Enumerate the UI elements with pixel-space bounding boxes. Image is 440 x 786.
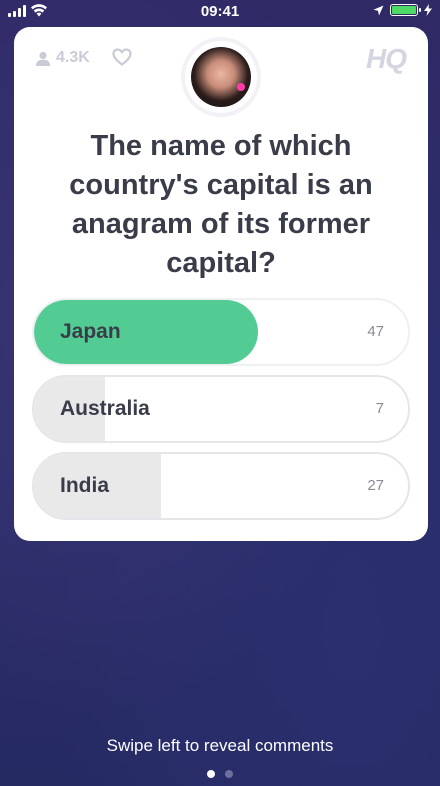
viewer-count: 4.3K xyxy=(36,49,90,67)
host-avatar xyxy=(191,47,251,107)
page-dot-1[interactable] xyxy=(207,770,215,778)
brand-logo: HQ xyxy=(366,43,407,74)
answer-count: 47 xyxy=(367,323,384,340)
host-avatar-ring xyxy=(185,41,257,113)
status-right xyxy=(373,4,432,16)
status-bar: 09:41 xyxy=(0,0,440,24)
charging-bolt-icon xyxy=(424,4,432,16)
person-icon xyxy=(36,51,50,66)
heart-icon[interactable] xyxy=(112,48,132,66)
answer-label: Japan xyxy=(60,320,121,343)
swipe-hint: Swipe left to reveal comments xyxy=(106,736,334,755)
mic-dot-icon xyxy=(237,83,245,91)
question-text: The name of which country's capital is a… xyxy=(69,130,373,279)
page-dot-2[interactable] xyxy=(225,770,233,778)
location-arrow-icon xyxy=(373,5,384,15)
viewer-count-text: 4.3K xyxy=(56,49,90,66)
page-indicator[interactable] xyxy=(0,770,440,778)
answer-count: 27 xyxy=(367,477,384,494)
answer-count: 7 xyxy=(375,400,384,417)
answer-option-japan[interactable]: Japan 47 xyxy=(32,298,410,366)
answer-label: Australia xyxy=(60,397,150,420)
battery-icon xyxy=(390,4,421,16)
answer-label: India xyxy=(60,474,110,497)
answer-option-india[interactable]: India 27 xyxy=(32,452,410,520)
answer-option-australia[interactable]: Australia 7 xyxy=(32,375,410,443)
question-card: 4.3K HQ The name of which country's capi… xyxy=(14,27,428,541)
